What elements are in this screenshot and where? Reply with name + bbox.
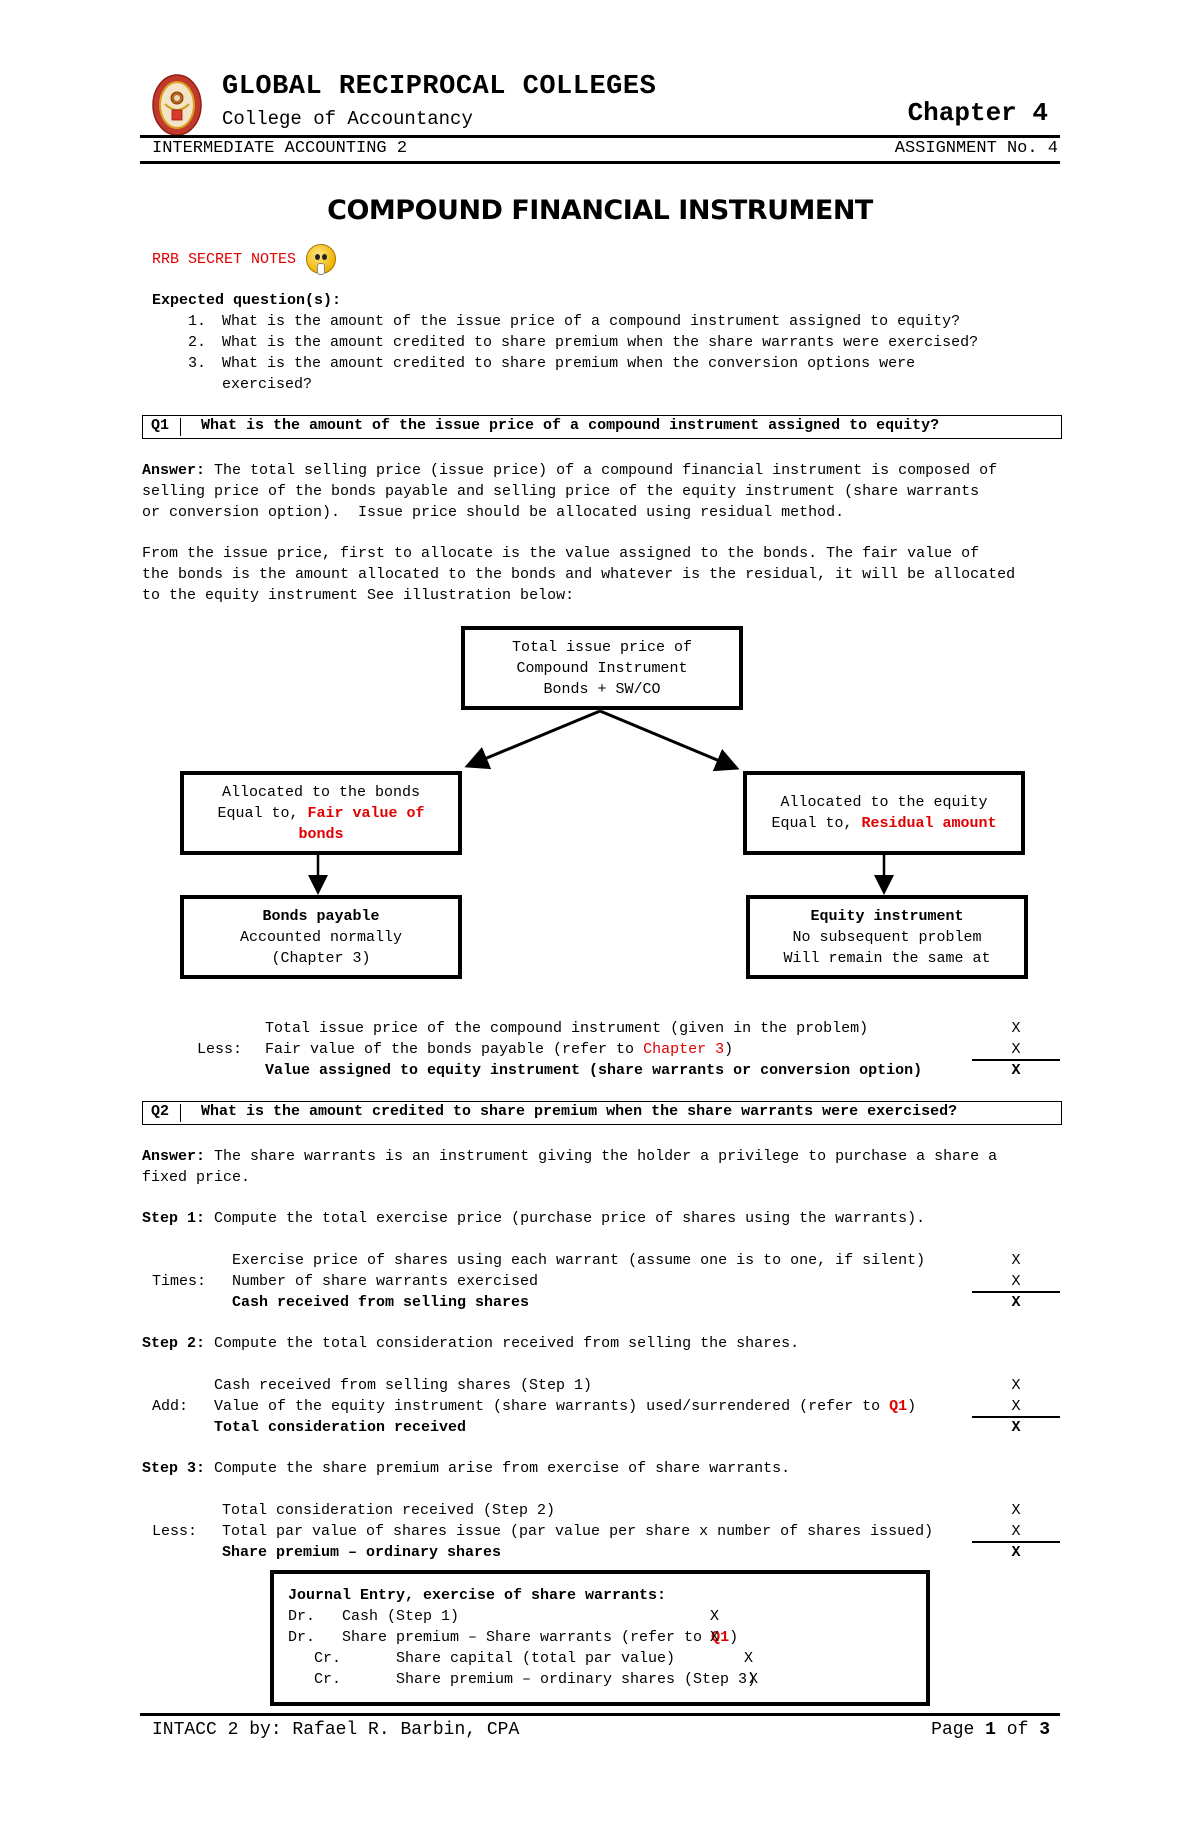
journal-account-2-text: Share premium – Share warrants (refer to [342,1629,712,1646]
diagram-bonds-payable-title: Bonds payable [262,907,380,925]
q2-answer-text-1: The share warrants is an instrument givi… [205,1148,998,1165]
journal-value-4: X [749,1671,759,1688]
step2-prefix-2: Add: [152,1398,189,1415]
diagram-equity-line-1: Allocated to the equity [780,794,988,811]
step2-value-2: X [1011,1398,1021,1415]
step3-text: Compute the share premium arise from exe… [205,1460,791,1477]
step1-row-3: Cash received from selling shares [232,1294,530,1311]
q2-question: What is the amount credited to share pre… [201,1103,958,1120]
diagram-bonds-prefix: Equal to, [217,804,308,822]
step1-label: Step 1: [142,1210,206,1227]
journal-value-3: X [744,1650,754,1667]
page-of: of [995,1720,1040,1740]
step3-value-2: X [1011,1523,1021,1540]
diagram-equity-instrument-box: Equity instrument No subsequent problem … [746,895,1028,979]
footer-author: INTACC 2 by: Rafael R. Barbin, CPA [152,1720,520,1740]
q1-comp-row-3: Value assigned to equity instrument (sha… [265,1062,923,1079]
diagram-equity-box: Allocated to the equity Equal to, Residu… [743,771,1025,855]
q2-answer-line-2: fixed price. [142,1169,251,1186]
step1-row-1: Exercise price of shares using each warr… [232,1252,926,1269]
step2-value-3: X [1011,1419,1021,1436]
step1-value-1: X [1011,1252,1021,1269]
journal-heading: Journal Entry, exercise of share warrant… [288,1587,667,1604]
q2-separator [180,1104,181,1122]
step2-row-2-suffix: ) [907,1398,917,1415]
journal-account-1: Cash (Step 1) [342,1608,460,1625]
page-prefix: Page [931,1720,986,1740]
diagram-bonds-line-3: bonds [298,825,344,843]
diagram-bonds-box: Allocated to the bonds Equal to, Fair va… [180,771,462,855]
journal-value-1: X [710,1608,720,1625]
journal-account-4: Share premium – ordinary shares (Step 3) [396,1671,757,1688]
q1-comp-value-2: X [1011,1041,1021,1058]
diagram-equity-prefix: Equal to, [771,815,862,832]
step2-value-1: X [1011,1377,1021,1394]
journal-value-2: X [710,1629,720,1646]
journal-side-3: Cr. [314,1650,342,1667]
step1-text: Compute the total exercise price (purcha… [205,1210,926,1227]
arrow-to-equity [599,709,740,772]
q1-comp-chapter-link: Chapter 3 [643,1041,725,1058]
q2-answer-label: Answer: [142,1148,206,1165]
journal-account-3: Share capital (total par value) [396,1650,676,1667]
diagram-equity-line-2: Equal to, Residual amount [747,813,1021,834]
step2-row-2-text: Value of the equity instrument (share wa… [214,1398,890,1415]
step1-value-3: X [1011,1294,1021,1311]
q1-comp-row-2-suffix: ) [724,1041,734,1058]
step3-row-3: Share premium – ordinary shares [222,1544,502,1561]
step2-q1-link: Q1 [889,1398,908,1415]
footer-page-number: Page 1 of 3 [931,1720,1050,1740]
q1-comp-row-2-text: Fair value of the bonds payable (refer t… [265,1041,644,1058]
diagram-bonds-line-1: Allocated to the bonds [221,783,421,801]
step3-value-3: X [1011,1544,1021,1561]
step3-row-2: Total par value of shares issue (par val… [222,1523,934,1540]
journal-entry-box: Journal Entry, exercise of share warrant… [270,1570,930,1706]
step1-heading: Step 1: Compute the total exercise price… [142,1208,925,1229]
step3-row-1: Total consideration received (Step 2) [222,1502,556,1519]
step3-label: Step 3: [142,1460,206,1477]
step3-prefix-2: Less: [152,1523,198,1540]
step3-value-1: X [1011,1502,1021,1519]
page-total: 3 [1039,1720,1050,1740]
step1-prefix-2: Times: [152,1273,207,1290]
diagram-equity-instrument-line-2: Will remain the same at [783,949,991,967]
step2-heading: Step 2: Compute the total consideration … [142,1333,799,1354]
diagram-bonds-line-2: Equal to, Fair value of [184,803,458,824]
step3-heading: Step 3: Compute the share premium arise … [142,1458,790,1479]
step2-text: Compute the total consideration received… [205,1335,800,1352]
journal-account-2: Share premium – Share warrants (refer to… [342,1627,738,1648]
q1-comp-value-1: X [1011,1020,1021,1037]
q2-question-box: Q2 What is the amount credited to share … [142,1101,1062,1125]
diagram-bonds-payable-line-1: Accounted normally [239,928,403,946]
diagram-equity-instrument-title: Equity instrument [810,907,964,925]
diagram-bonds-fair-value: Fair value of [307,804,425,822]
arrow-to-bonds [464,709,601,770]
q2-label: Q2 [151,1103,170,1120]
step2-row-3: Total consideration received [214,1419,467,1436]
journal-account-2-suffix: ) [729,1629,739,1646]
step1-value-2: X [1011,1273,1021,1290]
q1-comp-row-2: Fair value of the bonds payable (refer t… [265,1039,733,1060]
step2-label: Step 2: [142,1335,206,1352]
q1-comp-row-1: Total issue price of the compound instru… [265,1020,869,1037]
q1-comp-value-3: X [1011,1062,1021,1079]
footer-rule [140,1713,1060,1716]
q1-comp-prefix-2: Less: [197,1041,243,1058]
diagram-bonds-payable-box: Bonds payable Accounted normally (Chapte… [180,895,462,979]
page-current: 1 [985,1720,996,1740]
diagram-bonds-payable-line-2: (Chapter 3) [271,949,371,967]
step2-row-1: Cash received from selling shares (Step … [214,1377,593,1394]
step2-row-2: Value of the equity instrument (share wa… [214,1396,916,1417]
journal-side-4: Cr. [314,1671,342,1688]
q2-answer-line-1: Answer: The share warrants is an instrum… [142,1146,997,1167]
journal-side-1: Dr. [288,1608,316,1625]
diagram-equity-residual: Residual amount [861,815,997,832]
step1-row-2: Number of share warrants exercised [232,1273,539,1290]
diagram-equity-instrument-line-1: No subsequent problem [792,928,982,946]
journal-side-2: Dr. [288,1629,316,1646]
